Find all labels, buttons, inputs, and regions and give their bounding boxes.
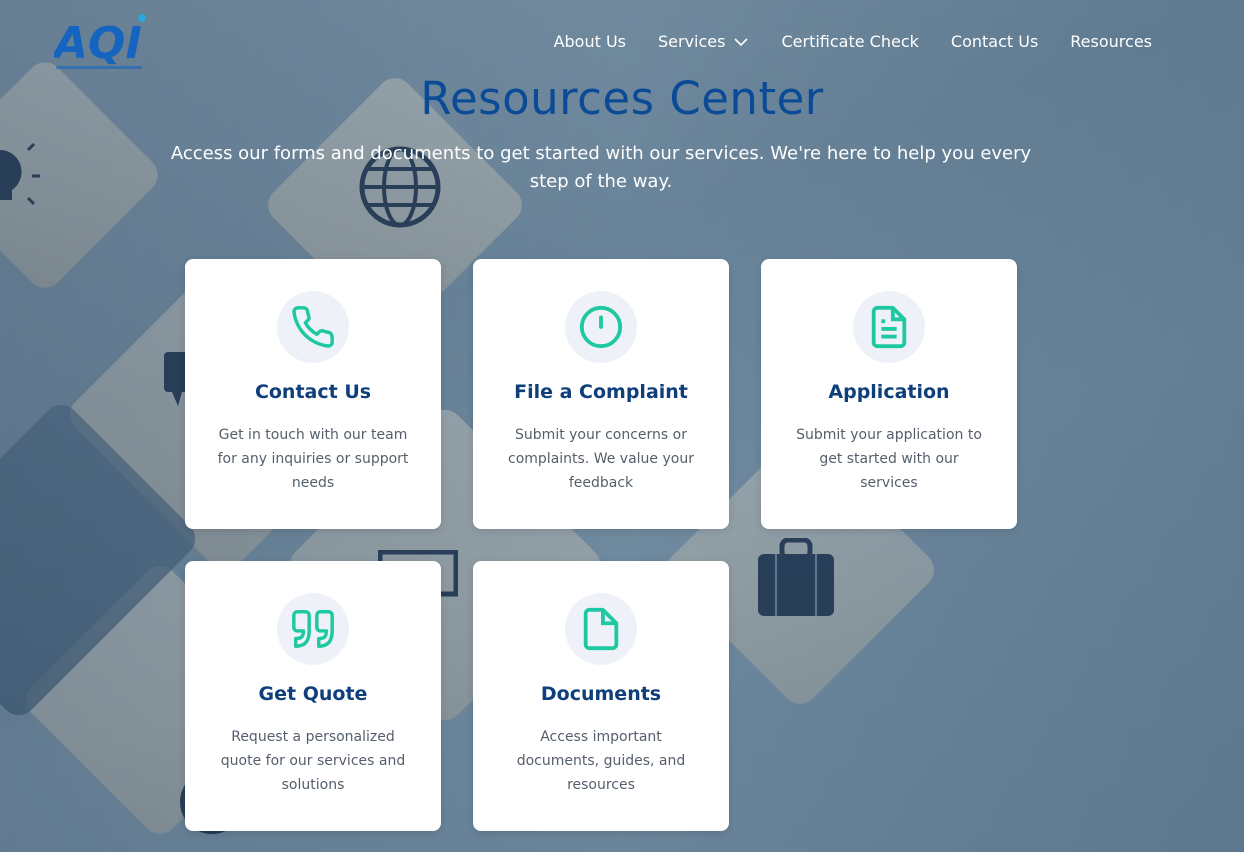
nav-about-us[interactable]: About Us bbox=[554, 32, 626, 51]
main-nav: About Us Services Certificate Check Cont… bbox=[554, 32, 1152, 51]
file-icon bbox=[583, 607, 619, 651]
card-title: File a Complaint bbox=[514, 381, 688, 403]
card-icon-wrap bbox=[277, 291, 349, 363]
card-description: Request a personalized quote for our ser… bbox=[220, 729, 406, 793]
alert-circle-icon bbox=[579, 305, 623, 349]
document-text-icon bbox=[871, 305, 907, 349]
card-file-complaint[interactable]: File a Complaint Submit your concerns or… bbox=[473, 259, 729, 529]
nav-about-us-label: About Us bbox=[553, 32, 626, 51]
aqi-logo[interactable]: AQI bbox=[51, 12, 150, 74]
card-description: Get in touch with our team for any inqui… bbox=[217, 427, 409, 491]
card-application[interactable]: Application Submit your application to g… bbox=[761, 259, 1017, 529]
card-icon-wrap bbox=[565, 593, 637, 665]
card-title: Contact Us bbox=[254, 381, 372, 403]
nav-resources[interactable]: Resources bbox=[1070, 32, 1152, 51]
nav-services[interactable]: Services bbox=[658, 32, 749, 51]
card-contact-us[interactable]: Contact Us Get in touch with our team fo… bbox=[185, 259, 441, 529]
briefcase-icon bbox=[758, 538, 834, 616]
nav-services-label: Services bbox=[658, 32, 726, 51]
card-documents[interactable]: Documents Access important documents, gu… bbox=[473, 561, 729, 831]
chevron-down-icon bbox=[734, 37, 749, 46]
quote-icon bbox=[292, 610, 334, 648]
lightbulb-icon bbox=[0, 142, 40, 206]
card-icon-wrap bbox=[853, 291, 925, 363]
nav-certificate-check-label: Certificate Check bbox=[781, 32, 919, 51]
phone-icon bbox=[292, 306, 334, 348]
card-description: Access important documents, guides, and … bbox=[516, 729, 686, 793]
card-get-quote[interactable]: Get Quote Request a personalized quote f… bbox=[185, 561, 441, 831]
card-description: Submit your concerns or complaints. We v… bbox=[508, 427, 694, 491]
nav-contact-us-label: Contact Us bbox=[950, 32, 1039, 51]
card-title: Documents bbox=[540, 683, 662, 705]
page-subtitle: Access our forms and documents to get st… bbox=[170, 143, 1032, 192]
page-title: Resources Center bbox=[420, 72, 824, 125]
card-icon-wrap bbox=[277, 593, 349, 665]
card-description: Submit your application to get started w… bbox=[796, 427, 982, 491]
nav-resources-label: Resources bbox=[1070, 32, 1152, 51]
logo-text: AQI bbox=[54, 18, 142, 69]
card-title: Application bbox=[828, 381, 950, 403]
nav-contact-us[interactable]: Contact Us bbox=[951, 32, 1038, 51]
card-icon-wrap bbox=[565, 291, 637, 363]
card-title: Get Quote bbox=[258, 683, 368, 705]
nav-certificate-check[interactable]: Certificate Check bbox=[781, 32, 918, 51]
